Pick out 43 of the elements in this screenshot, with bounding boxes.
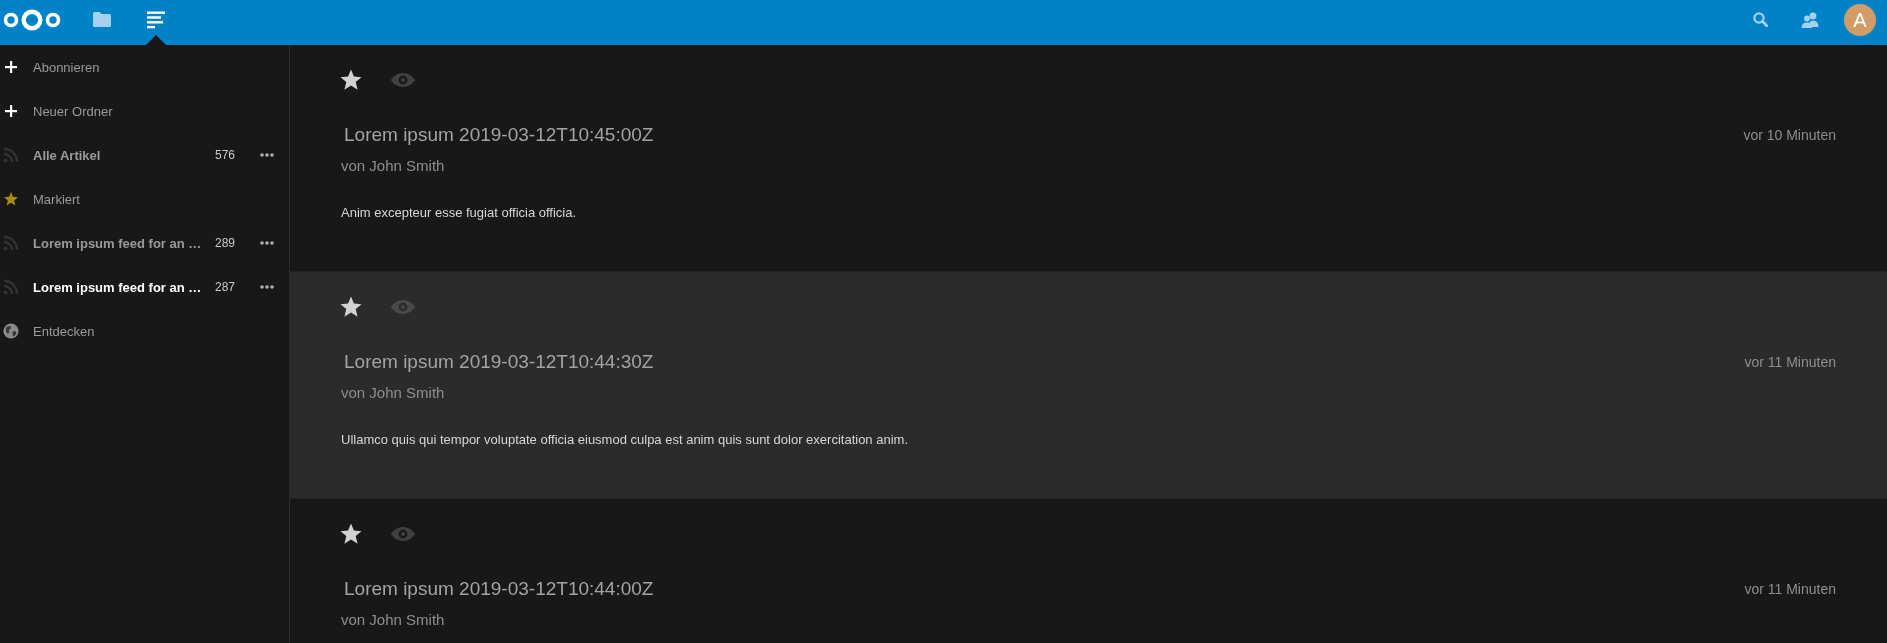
eye-icon[interactable]: [390, 526, 416, 542]
sidebar-item[interactable]: Entdecken: [0, 309, 289, 353]
people-icon: [1801, 12, 1819, 28]
star-icon[interactable]: [339, 522, 363, 546]
article-time: vor 11 Minuten: [1744, 580, 1836, 598]
more-icon: [260, 285, 274, 289]
lines-icon: [147, 11, 165, 29]
unread-count: 289: [214, 236, 235, 250]
unread-count: 576: [214, 148, 235, 162]
globe-icon: [3, 323, 19, 339]
unread-count: 287: [214, 280, 235, 294]
article-author: von John Smith: [341, 156, 445, 176]
sidebar-item[interactable]: Lorem ipsum feed for an … 289: [0, 221, 289, 265]
article-time: vor 10 Minuten: [1743, 126, 1836, 144]
sidebar-item[interactable]: Alle Artikel 576: [0, 133, 289, 177]
article-body: Anim excepteur esse fugiat officia officia.: [341, 204, 577, 222]
plus-icon: [3, 103, 19, 119]
article-title[interactable]: Lorem ipsum 2019-03-12T10:45:00Z: [344, 123, 654, 147]
logo-icon[interactable]: [2, 9, 62, 31]
more-icon: [260, 153, 274, 157]
eye-icon[interactable]: [390, 299, 416, 315]
star-icon[interactable]: [339, 68, 363, 92]
article-author: von John Smith: [341, 383, 445, 403]
search-icon: [1752, 12, 1768, 27]
rss-icon: [3, 279, 19, 295]
rss-icon: [3, 147, 19, 163]
more-icon: [260, 241, 274, 245]
eye-icon[interactable]: [390, 72, 416, 88]
rss-icon: [3, 235, 19, 251]
sidebar-item[interactable]: Lorem ipsum feed for an … 287: [0, 265, 289, 309]
plus-icon: [3, 59, 19, 75]
article-author: von John Smith: [341, 610, 445, 630]
article-title[interactable]: Lorem ipsum 2019-03-12T10:44:30Z: [344, 350, 654, 374]
sidebar-item[interactable]: Abonnieren: [0, 45, 289, 89]
article-time: vor 11 Minuten: [1744, 353, 1836, 371]
star-icon: [3, 191, 19, 207]
sidebar-item[interactable]: Neuer Ordner: [0, 89, 289, 133]
folder-icon: [93, 12, 111, 27]
star-icon[interactable]: [339, 295, 363, 319]
article-item[interactable]: Lorem ipsum 2019-03-12T10:44:30Z vor 11 Minuten von John Smith Ullamco quis qui tempor voluptate officia eiusmod culpa est anim quis sunt dolor exercitation anim.: [290, 272, 1887, 499]
article-body: Ullamco quis qui tempor voluptate officia eiusmod culpa est anim quis sunt dolor exercitation anim.: [341, 431, 908, 449]
sidebar-item[interactable]: Markiert: [0, 177, 289, 221]
article-title[interactable]: Lorem ipsum 2019-03-12T10:44:00Z: [344, 577, 654, 601]
